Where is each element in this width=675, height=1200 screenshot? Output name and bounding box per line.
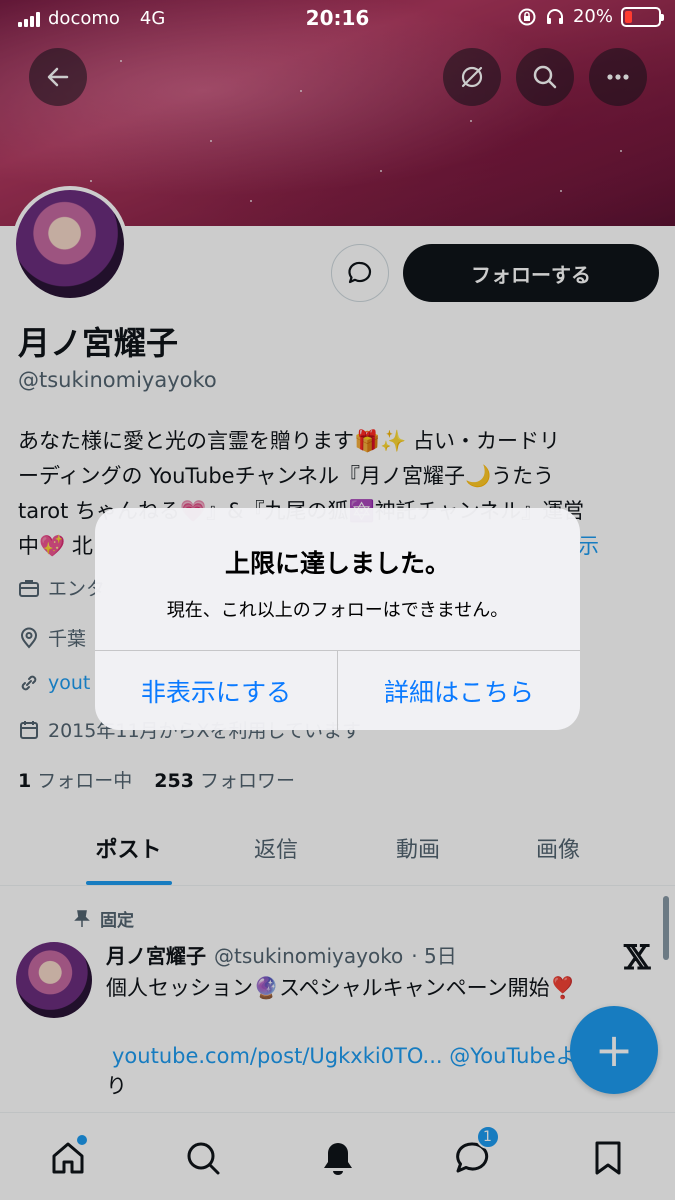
battery-percent: 20%: [572, 6, 613, 27]
alert-message: 現在、これ以上のフォローはできません。: [166, 600, 509, 621]
alert-actions: 非表示にする 詳細はこちら: [95, 650, 580, 730]
orientation-lock-icon: [518, 8, 536, 25]
alert-title: 上限に達しました。: [224, 549, 450, 578]
dismiss-button[interactable]: 非表示にする: [95, 651, 337, 730]
limit-reached-alert: 上限に達しました。 現在、これ以上のフォローはできません。 非表示にする 詳細は…: [95, 508, 580, 730]
headphones-icon: [546, 8, 563, 24]
battery-icon: [621, 6, 664, 27]
status-bar: docomo 4G 20:16 20%: [0, 0, 675, 38]
learn-more-button[interactable]: 詳細はこちら: [337, 651, 580, 730]
